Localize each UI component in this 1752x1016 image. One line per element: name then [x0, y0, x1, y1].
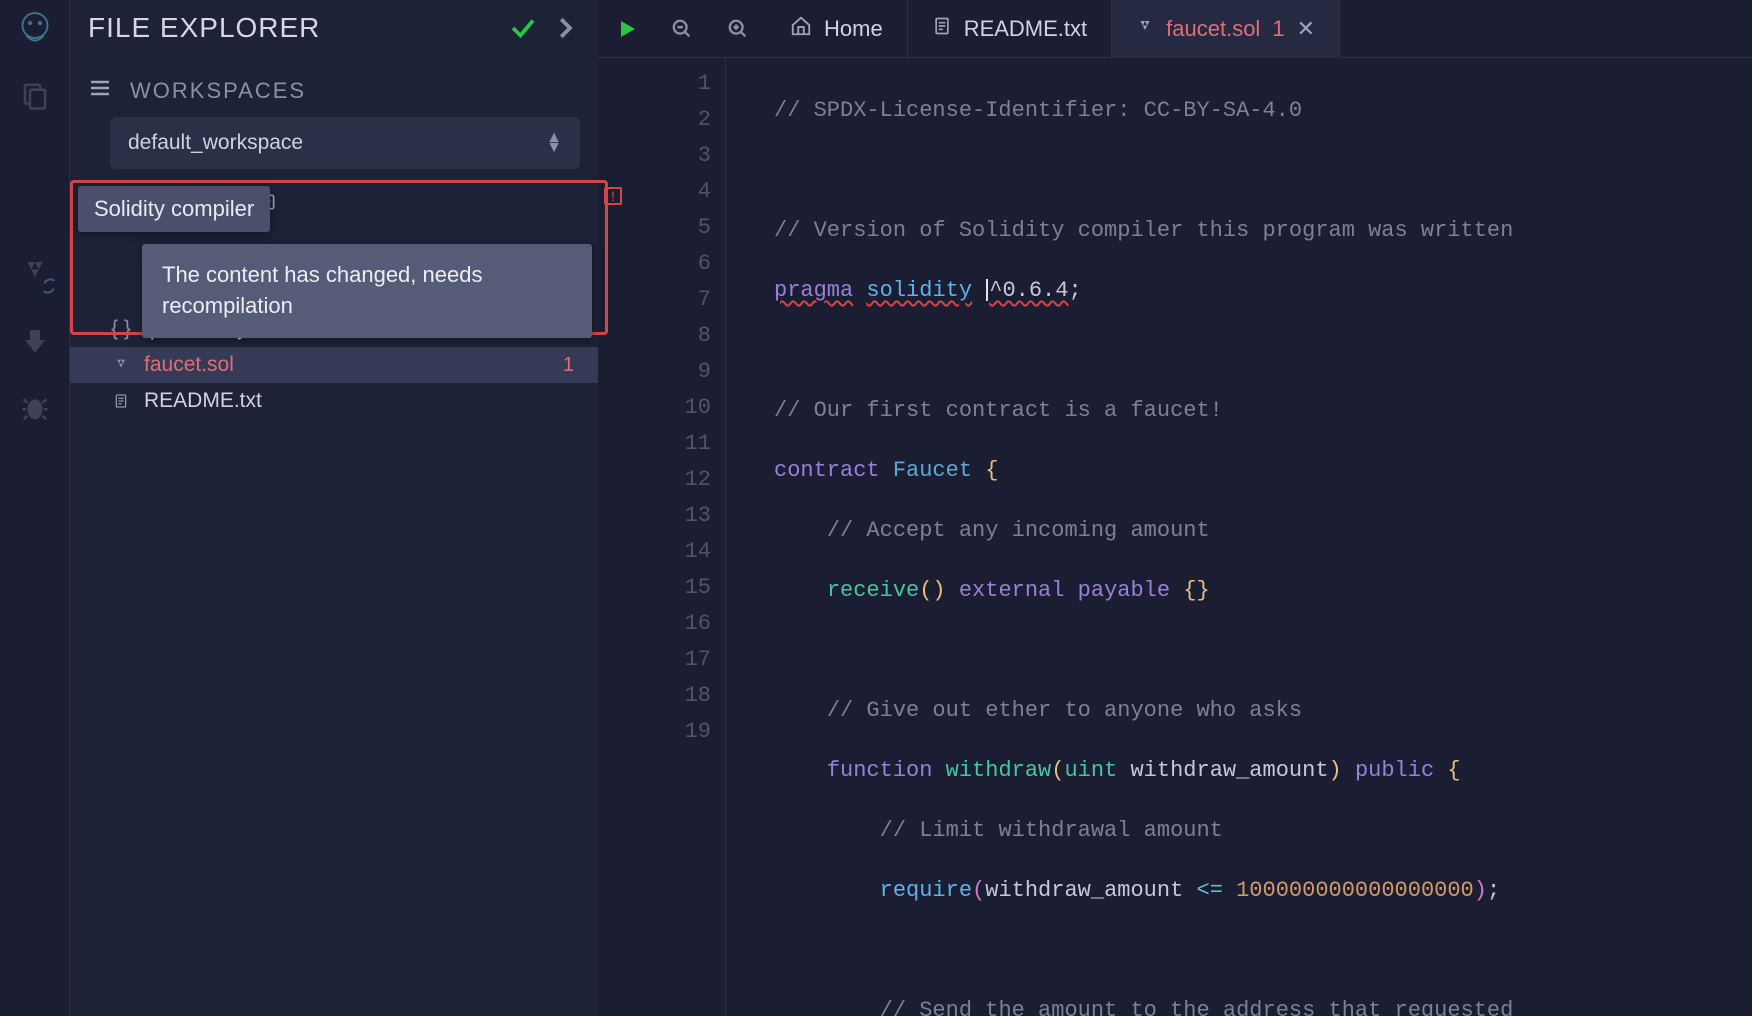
line-number: 9 — [630, 354, 725, 390]
editor-tabs: Home README.txt faucet.sol 1 ✕ — [598, 0, 1752, 58]
text-file-icon — [110, 393, 132, 409]
line-number: 12 — [630, 462, 725, 498]
error-count-badge: 1 — [563, 354, 580, 377]
editor-body: ! 12345678910111213141516171819 // SPDX-… — [598, 58, 1752, 1016]
line-number: 7 — [630, 282, 725, 318]
line-number: 4 — [630, 174, 725, 210]
remix-logo-icon[interactable] — [15, 8, 55, 48]
panel-title: FILE EXPLORER — [88, 12, 496, 44]
zoom-out-button[interactable] — [654, 0, 710, 58]
line-number: 13 — [630, 498, 725, 534]
editor-pane: Home README.txt faucet.sol 1 ✕ ! 1234567… — [598, 0, 1752, 1016]
hamburger-icon[interactable] — [88, 76, 112, 105]
tooltip-recompile: The content has changed, needs recompila… — [142, 244, 592, 338]
line-number: 14 — [630, 534, 725, 570]
panel-header: FILE EXPLORER — [70, 0, 598, 56]
line-number: 11 — [630, 426, 725, 462]
chevron-right-icon[interactable] — [550, 13, 580, 43]
line-number: 17 — [630, 642, 725, 678]
tab-home[interactable]: Home — [766, 0, 908, 58]
error-marker-icon[interactable]: ! — [604, 187, 622, 205]
file-name: README.txt — [144, 389, 262, 413]
line-number: 5 — [630, 210, 725, 246]
close-icon[interactable]: ✕ — [1297, 16, 1315, 42]
solidity-file-icon — [1136, 16, 1154, 42]
file-name: faucet.sol — [144, 353, 234, 377]
home-icon — [790, 15, 812, 43]
activity-bar — [0, 0, 70, 1016]
file-row-faucet[interactable]: faucet.sol 1 — [70, 347, 598, 383]
workspace-selected-value: default_workspace — [128, 131, 303, 155]
file-explorer-icon[interactable] — [15, 76, 55, 116]
tab-readme[interactable]: README.txt — [908, 0, 1112, 58]
line-number: 18 — [630, 678, 725, 714]
deploy-run-icon[interactable] — [15, 320, 55, 360]
debugger-icon[interactable] — [15, 388, 55, 428]
line-number: 6 — [630, 246, 725, 282]
line-number: 3 — [630, 138, 725, 174]
check-icon[interactable] — [508, 13, 538, 43]
workspaces-header: WORKSPACES — [70, 56, 598, 117]
tab-label: faucet.sol — [1166, 16, 1260, 42]
tab-label: README.txt — [964, 16, 1087, 42]
file-row-readme[interactable]: README.txt — [70, 383, 598, 419]
workspaces-label: WORKSPACES — [130, 78, 306, 104]
tooltip-compiler: Solidity compiler — [78, 186, 270, 232]
line-number: 15 — [630, 570, 725, 606]
error-gutter: ! — [598, 58, 630, 1016]
solidity-compiler-icon[interactable] — [15, 252, 55, 292]
workspace-select[interactable]: default_workspace ▲▼ — [110, 117, 580, 169]
text-file-icon — [932, 16, 952, 42]
tab-faucet[interactable]: faucet.sol 1 ✕ — [1112, 0, 1340, 58]
line-number-gutter: 12345678910111213141516171819 — [630, 58, 726, 1016]
code-area[interactable]: // SPDX-License-Identifier: CC-BY-SA-4.0… — [726, 58, 1752, 1016]
json-file-icon: { } — [110, 317, 132, 341]
tab-label: Home — [824, 16, 883, 42]
line-number: 10 — [630, 390, 725, 426]
line-number: 8 — [630, 318, 725, 354]
line-number: 2 — [630, 102, 725, 138]
line-number: 19 — [630, 714, 725, 750]
select-updown-icon: ▲▼ — [546, 133, 562, 153]
solidity-file-icon — [110, 357, 132, 373]
tab-error-count: 1 — [1272, 16, 1284, 42]
line-number: 1 — [630, 66, 725, 102]
line-number: 16 — [630, 606, 725, 642]
run-button[interactable] — [598, 0, 654, 58]
zoom-in-button[interactable] — [710, 0, 766, 58]
file-explorer-panel: FILE EXPLORER WORKSPACES default_workspa… — [70, 0, 598, 1016]
